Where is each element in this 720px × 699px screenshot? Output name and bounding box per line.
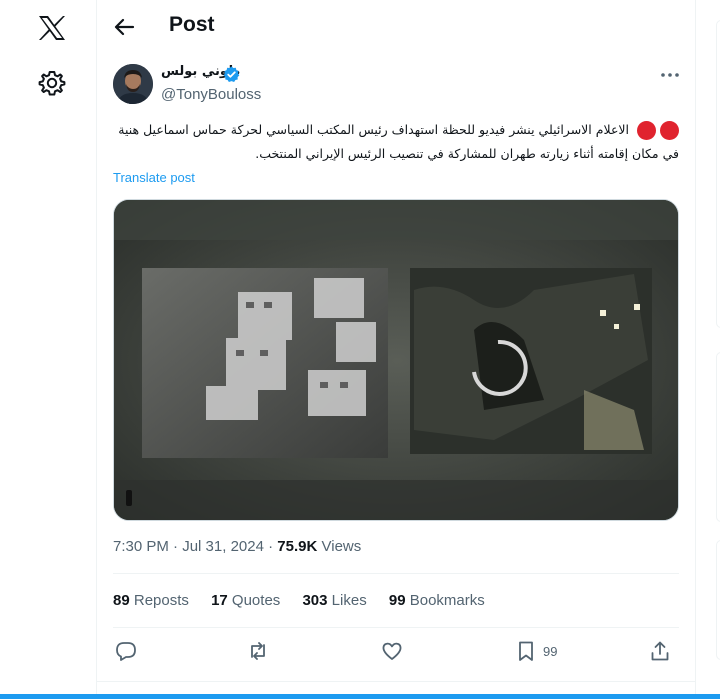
like-button[interactable] — [381, 638, 403, 664]
verified-badge-icon — [223, 66, 240, 83]
author-handle[interactable]: @TonyBouloss — [161, 86, 261, 103]
video-player[interactable] — [113, 199, 679, 521]
engagement-stats: 89 Reposts 17 Quotes 303 Likes 99 Bookma… — [113, 592, 503, 609]
separator: · — [268, 538, 274, 555]
quotes-label: Quotes — [231, 592, 281, 609]
post-text: الاعلام الاسرائيلي ينشر فيديو للحظة استه… — [113, 118, 679, 166]
reposts-count: 89 — [113, 592, 130, 609]
bookmarks-count: 99 — [388, 592, 406, 609]
likes-count: 303 — [302, 592, 328, 609]
action-bar: 99 — [113, 638, 679, 666]
red-circle-emoji — [637, 121, 656, 140]
bookmark-icon — [519, 641, 533, 661]
post-date[interactable]: Jul 31, 2024 — [182, 538, 264, 555]
bookmark-count: 99 — [543, 643, 558, 659]
bookmarks-label: Bookmarks — [409, 592, 485, 609]
share-button[interactable] — [649, 638, 671, 664]
views-label: Views — [321, 538, 362, 555]
more-icon[interactable] — [659, 66, 681, 84]
gear-icon[interactable] — [37, 68, 67, 98]
red-circle-emoji — [660, 121, 679, 140]
back-arrow-icon[interactable] — [113, 16, 135, 38]
reply-icon — [116, 642, 136, 661]
sidebar-card — [716, 540, 720, 660]
post-metadata: 7:30 PM · Jul 31, 2024 · 75.9K Views — [113, 538, 361, 555]
likes-stat[interactable]: 303 Likes — [302, 592, 366, 609]
bookmark-button[interactable]: 99 — [515, 638, 557, 664]
divider — [113, 627, 679, 628]
post-time[interactable]: 7:30 PM — [113, 538, 169, 555]
sidebar-card — [716, 352, 720, 522]
like-icon — [382, 642, 402, 660]
reposts-stat[interactable]: 89 Reposts — [113, 592, 189, 609]
views-count: 75.9K — [277, 538, 318, 555]
left-nav-rail — [0, 0, 97, 699]
reposts-label: Reposts — [133, 592, 189, 609]
sidebar-card — [716, 20, 720, 328]
post-column: Post طوني بولس @TonyBouloss الاعلام الاس… — [97, 0, 696, 699]
avatar[interactable] — [113, 64, 153, 104]
translate-post-link[interactable]: Translate post — [113, 170, 195, 185]
share-icon — [651, 641, 669, 661]
bottom-accent-bar — [0, 694, 720, 699]
quotes-stat[interactable]: 17 Quotes — [211, 592, 280, 609]
quotes-count: 17 — [211, 592, 228, 609]
divider — [113, 573, 679, 574]
x-logo-icon[interactable] — [36, 12, 68, 44]
bookmarks-stat[interactable]: 99 Bookmarks — [389, 592, 485, 609]
page-title: Post — [169, 13, 215, 36]
repost-icon — [251, 642, 265, 660]
post-body-text: الاعلام الاسرائيلي ينشر فيديو للحظة استه… — [118, 122, 679, 161]
reply-button[interactable] — [115, 638, 137, 664]
divider — [97, 681, 696, 694]
likes-label: Likes — [331, 592, 367, 609]
separator: · — [173, 538, 179, 555]
post-header: Post — [97, 0, 696, 53]
repost-button[interactable] — [247, 638, 269, 664]
